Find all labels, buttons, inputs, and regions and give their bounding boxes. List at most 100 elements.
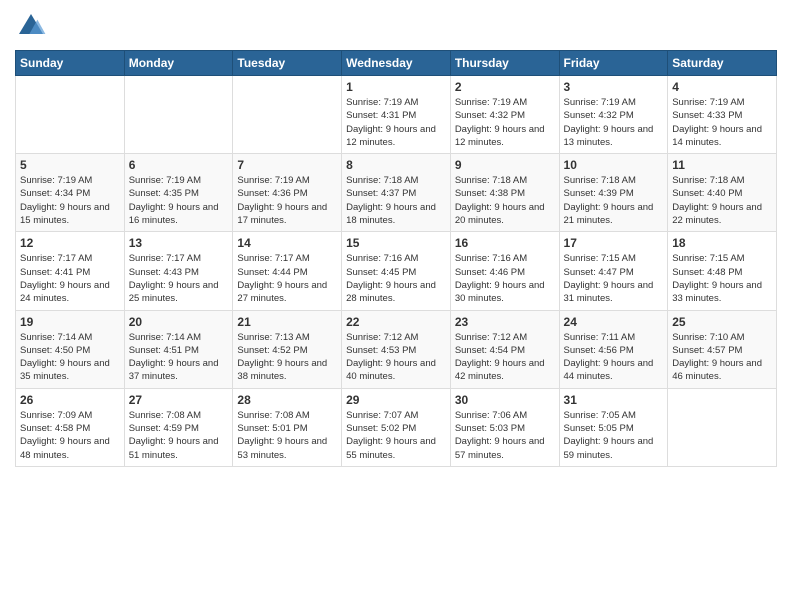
calendar-day-cell [233, 76, 342, 154]
day-of-week-header: Monday [124, 51, 233, 76]
calendar-day-cell [124, 76, 233, 154]
calendar-day-cell: 4 Sunrise: 7:19 AM Sunset: 4:33 PM Daylig… [668, 76, 777, 154]
calendar-day-cell: 17 Sunrise: 7:15 AM Sunset: 4:47 PM Dayli… [559, 232, 668, 310]
day-detail: Sunrise: 7:18 AM Sunset: 4:37 PM Dayligh… [346, 174, 446, 227]
day-detail: Sunrise: 7:17 AM Sunset: 4:44 PM Dayligh… [237, 252, 337, 305]
calendar-day-cell: 21 Sunrise: 7:13 AM Sunset: 4:52 PM Dayli… [233, 310, 342, 388]
day-detail: Sunrise: 7:15 AM Sunset: 4:47 PM Dayligh… [564, 252, 664, 305]
day-number: 5 [20, 158, 120, 172]
day-number: 15 [346, 236, 446, 250]
calendar-day-cell: 7 Sunrise: 7:19 AM Sunset: 4:36 PM Daylig… [233, 154, 342, 232]
day-number: 19 [20, 315, 120, 329]
day-number: 20 [129, 315, 229, 329]
calendar-day-cell: 6 Sunrise: 7:19 AM Sunset: 4:35 PM Daylig… [124, 154, 233, 232]
calendar-day-cell: 15 Sunrise: 7:16 AM Sunset: 4:45 PM Dayli… [342, 232, 451, 310]
calendar-day-cell: 12 Sunrise: 7:17 AM Sunset: 4:41 PM Dayli… [16, 232, 125, 310]
days-of-week-row: SundayMondayTuesdayWednesdayThursdayFrid… [16, 51, 777, 76]
calendar-day-cell: 10 Sunrise: 7:18 AM Sunset: 4:39 PM Dayli… [559, 154, 668, 232]
day-detail: Sunrise: 7:15 AM Sunset: 4:48 PM Dayligh… [672, 252, 772, 305]
day-number: 30 [455, 393, 555, 407]
day-detail: Sunrise: 7:17 AM Sunset: 4:43 PM Dayligh… [129, 252, 229, 305]
day-number: 27 [129, 393, 229, 407]
day-detail: Sunrise: 7:16 AM Sunset: 4:45 PM Dayligh… [346, 252, 446, 305]
calendar-week-row: 12 Sunrise: 7:17 AM Sunset: 4:41 PM Dayli… [16, 232, 777, 310]
day-detail: Sunrise: 7:17 AM Sunset: 4:41 PM Dayligh… [20, 252, 120, 305]
day-number: 21 [237, 315, 337, 329]
calendar-table: SundayMondayTuesdayWednesdayThursdayFrid… [15, 50, 777, 467]
calendar-day-cell: 3Sunrise: 7:19 AM Sunset: 4:32 PM Daylig… [559, 76, 668, 154]
day-detail: Sunrise: 7:14 AM Sunset: 4:50 PM Dayligh… [20, 331, 120, 384]
calendar-day-cell: 11 Sunrise: 7:18 AM Sunset: 4:40 PM Dayli… [668, 154, 777, 232]
day-number: 22 [346, 315, 446, 329]
calendar-week-row: 1 Sunrise: 7:19 AM Sunset: 4:31 PM Daylig… [16, 76, 777, 154]
calendar-day-cell: 31Sunrise: 7:05 AM Sunset: 5:05 PM Dayli… [559, 388, 668, 466]
calendar-week-row: 5 Sunrise: 7:19 AM Sunset: 4:34 PM Daylig… [16, 154, 777, 232]
day-detail: Sunrise: 7:19 AM Sunset: 4:31 PM Dayligh… [346, 96, 446, 149]
calendar-day-cell: 23Sunrise: 7:12 AM Sunset: 4:54 PM Dayli… [450, 310, 559, 388]
day-number: 13 [129, 236, 229, 250]
day-detail: Sunrise: 7:18 AM Sunset: 4:38 PM Dayligh… [455, 174, 555, 227]
day-number: 12 [20, 236, 120, 250]
day-number: 7 [237, 158, 337, 172]
day-detail: Sunrise: 7:06 AM Sunset: 5:03 PM Dayligh… [455, 409, 555, 462]
calendar-day-cell: 14 Sunrise: 7:17 AM Sunset: 4:44 PM Dayli… [233, 232, 342, 310]
calendar-day-cell: 30 Sunrise: 7:06 AM Sunset: 5:03 PM Dayli… [450, 388, 559, 466]
day-of-week-header: Thursday [450, 51, 559, 76]
calendar-day-cell: 26Sunrise: 7:09 AM Sunset: 4:58 PM Dayli… [16, 388, 125, 466]
day-detail: Sunrise: 7:11 AM Sunset: 4:56 PM Dayligh… [564, 331, 664, 384]
page-header [15, 10, 777, 42]
day-detail: Sunrise: 7:19 AM Sunset: 4:33 PM Dayligh… [672, 96, 772, 149]
day-number: 2 [455, 80, 555, 94]
day-number: 8 [346, 158, 446, 172]
calendar-day-cell: 24Sunrise: 7:11 AM Sunset: 4:56 PM Dayli… [559, 310, 668, 388]
calendar-day-cell: 5 Sunrise: 7:19 AM Sunset: 4:34 PM Daylig… [16, 154, 125, 232]
calendar-day-cell: 27 Sunrise: 7:08 AM Sunset: 4:59 PM Dayli… [124, 388, 233, 466]
day-detail: Sunrise: 7:08 AM Sunset: 4:59 PM Dayligh… [129, 409, 229, 462]
day-of-week-header: Tuesday [233, 51, 342, 76]
day-number: 17 [564, 236, 664, 250]
day-number: 3 [564, 80, 664, 94]
day-detail: Sunrise: 7:12 AM Sunset: 4:54 PM Dayligh… [455, 331, 555, 384]
calendar-body: 1 Sunrise: 7:19 AM Sunset: 4:31 PM Daylig… [16, 76, 777, 467]
calendar-day-cell [668, 388, 777, 466]
day-number: 10 [564, 158, 664, 172]
calendar-header: SundayMondayTuesdayWednesdayThursdayFrid… [16, 51, 777, 76]
day-detail: Sunrise: 7:14 AM Sunset: 4:51 PM Dayligh… [129, 331, 229, 384]
calendar-day-cell: 16 Sunrise: 7:16 AM Sunset: 4:46 PM Dayli… [450, 232, 559, 310]
day-number: 14 [237, 236, 337, 250]
calendar-day-cell [16, 76, 125, 154]
day-number: 6 [129, 158, 229, 172]
calendar-day-cell: 8 Sunrise: 7:18 AM Sunset: 4:37 PM Daylig… [342, 154, 451, 232]
calendar-day-cell: 2 Sunrise: 7:19 AM Sunset: 4:32 PM Daylig… [450, 76, 559, 154]
calendar-day-cell: 20 Sunrise: 7:14 AM Sunset: 4:51 PM Dayli… [124, 310, 233, 388]
calendar-week-row: 26Sunrise: 7:09 AM Sunset: 4:58 PM Dayli… [16, 388, 777, 466]
day-detail: Sunrise: 7:18 AM Sunset: 4:40 PM Dayligh… [672, 174, 772, 227]
calendar-week-row: 19 Sunrise: 7:14 AM Sunset: 4:50 PM Dayli… [16, 310, 777, 388]
day-number: 4 [672, 80, 772, 94]
calendar-day-cell: 18Sunrise: 7:15 AM Sunset: 4:48 PM Dayli… [668, 232, 777, 310]
day-number: 25 [672, 315, 772, 329]
day-detail: Sunrise: 7:10 AM Sunset: 4:57 PM Dayligh… [672, 331, 772, 384]
day-detail: Sunrise: 7:12 AM Sunset: 4:53 PM Dayligh… [346, 331, 446, 384]
day-detail: Sunrise: 7:08 AM Sunset: 5:01 PM Dayligh… [237, 409, 337, 462]
logo-icon [15, 10, 47, 42]
day-detail: Sunrise: 7:13 AM Sunset: 4:52 PM Dayligh… [237, 331, 337, 384]
calendar-day-cell: 29Sunrise: 7:07 AM Sunset: 5:02 PM Dayli… [342, 388, 451, 466]
calendar-day-cell: 28Sunrise: 7:08 AM Sunset: 5:01 PM Dayli… [233, 388, 342, 466]
calendar-day-cell: 9 Sunrise: 7:18 AM Sunset: 4:38 PM Daylig… [450, 154, 559, 232]
day-number: 16 [455, 236, 555, 250]
day-number: 26 [20, 393, 120, 407]
logo [15, 10, 51, 42]
calendar-day-cell: 22 Sunrise: 7:12 AM Sunset: 4:53 PM Dayli… [342, 310, 451, 388]
day-detail: Sunrise: 7:19 AM Sunset: 4:34 PM Dayligh… [20, 174, 120, 227]
day-number: 11 [672, 158, 772, 172]
calendar-day-cell: 13 Sunrise: 7:17 AM Sunset: 4:43 PM Dayli… [124, 232, 233, 310]
day-detail: Sunrise: 7:19 AM Sunset: 4:35 PM Dayligh… [129, 174, 229, 227]
day-detail: Sunrise: 7:16 AM Sunset: 4:46 PM Dayligh… [455, 252, 555, 305]
day-number: 9 [455, 158, 555, 172]
calendar-day-cell: 25 Sunrise: 7:10 AM Sunset: 4:57 PM Dayli… [668, 310, 777, 388]
day-number: 1 [346, 80, 446, 94]
day-detail: Sunrise: 7:19 AM Sunset: 4:32 PM Dayligh… [455, 96, 555, 149]
day-detail: Sunrise: 7:18 AM Sunset: 4:39 PM Dayligh… [564, 174, 664, 227]
day-detail: Sunrise: 7:19 AM Sunset: 4:36 PM Dayligh… [237, 174, 337, 227]
